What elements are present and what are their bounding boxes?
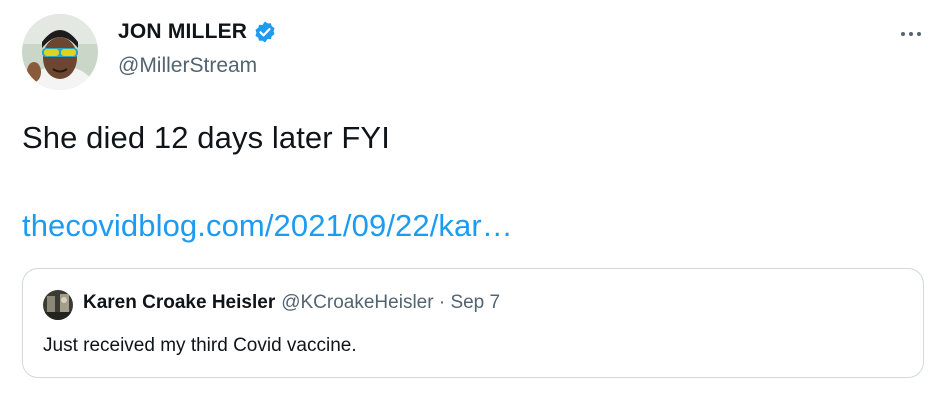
quoted-avatar-photo-icon — [43, 290, 73, 320]
author-handle[interactable]: @MillerStream — [118, 54, 257, 78]
author-display-name[interactable]: JON MILLER — [118, 20, 247, 44]
dot — [909, 32, 913, 36]
quoted-header: Karen Croake Heisler @KCroakeHeisler · Se… — [83, 292, 500, 314]
author-name-row: JON MILLER — [118, 20, 277, 44]
author-avatar[interactable] — [22, 14, 98, 90]
quoted-text: Just received my third Covid vaccine. — [43, 335, 357, 356]
tweet-text: She died 12 days later FYI — [22, 120, 390, 155]
quoted-author-avatar[interactable] — [43, 290, 73, 320]
quoted-tweet[interactable]: Karen Croake Heisler @KCroakeHeisler · Se… — [22, 268, 924, 378]
more-options-icon[interactable] — [894, 22, 928, 46]
quoted-meta: @KCroakeHeisler · Sep 7 — [281, 292, 501, 313]
tweet-link[interactable]: thecovidblog.com/2021/09/22/kar… — [22, 208, 513, 244]
verified-badge-icon — [253, 20, 277, 44]
quoted-display-name[interactable]: Karen Croake Heisler — [83, 292, 275, 313]
dot — [901, 32, 905, 36]
tweet-card: JON MILLER @MillerStream She died 12 day… — [0, 0, 944, 400]
avatar-photo-icon — [22, 14, 98, 90]
dot — [917, 32, 921, 36]
